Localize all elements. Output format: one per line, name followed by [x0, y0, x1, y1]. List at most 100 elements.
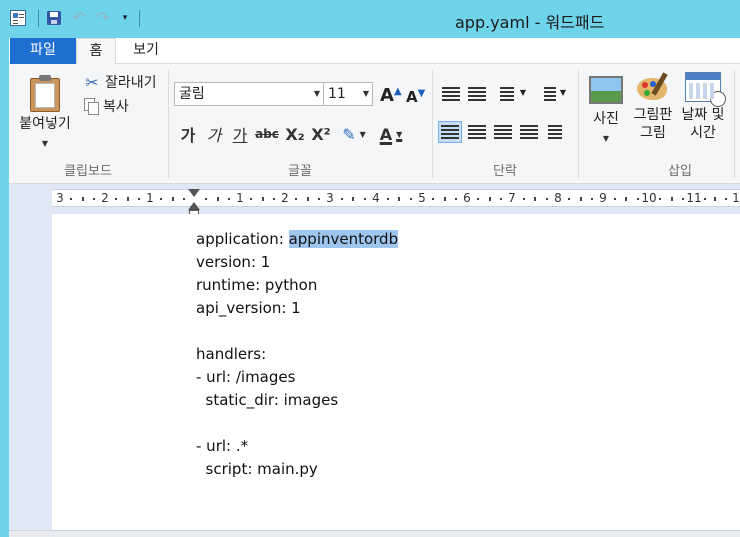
paragraph-settings-button[interactable] [546, 122, 568, 142]
shrink-font-button[interactable]: A▼ [406, 88, 425, 106]
insert-group-label: 삽입 [668, 164, 692, 179]
horizontal-scrollbar[interactable] [0, 530, 740, 537]
tab-home[interactable]: 홈 [76, 38, 116, 65]
ruler-label: 3 [326, 191, 334, 205]
date-time-button[interactable]: 날짜 및 시간 [678, 72, 728, 142]
window-border [0, 0, 9, 537]
strikethrough-button[interactable]: abc [255, 122, 279, 146]
line-text: runtime: python [196, 276, 318, 294]
align-right-button[interactable] [492, 122, 514, 142]
align-center-button[interactable] [466, 122, 488, 142]
align-left-button[interactable] [438, 121, 462, 143]
paint-label-line2: 그림 [640, 125, 666, 141]
document-line[interactable]: version: 1 [196, 251, 398, 274]
increase-indent-button[interactable] [466, 84, 488, 104]
document-line[interactable]: handlers: [196, 343, 398, 366]
ruler-tick [681, 198, 684, 200]
datetime-label-line2: 시간 [690, 125, 716, 141]
ruler-tick [306, 197, 309, 201]
ruler[interactable]: 3 2 1 1 2 3 4 5 6 7 8 9 10 11 1 [52, 189, 740, 216]
document-line[interactable]: - url: /images [196, 366, 398, 389]
ruler-label: 3 [56, 191, 64, 205]
ruler-tick [703, 198, 706, 200]
paint-label-line1: 그림판 [633, 107, 673, 123]
bullets-button[interactable]: ▼ [494, 84, 526, 104]
ruler-tick [171, 197, 174, 201]
hanging-indent-handle[interactable] [188, 202, 200, 210]
align-left-icon [441, 125, 459, 139]
ruler-tick [636, 198, 639, 200]
ruler-tick [613, 198, 616, 200]
decrease-indent-icon [442, 87, 460, 101]
document-line[interactable]: api_version: 1 [196, 297, 398, 320]
ruler-tick [70, 198, 73, 200]
bold-icon: 가 [180, 126, 196, 145]
chevron-down-icon: ▼ [602, 134, 610, 143]
ruler-tick [340, 198, 343, 200]
group-separator [432, 70, 433, 178]
line-spacing-icon [544, 87, 556, 101]
paint-drawing-button[interactable]: 그림판 그림 [630, 72, 676, 142]
ruler-tick [205, 198, 208, 200]
text-color-button[interactable]: A ▼ [374, 122, 408, 146]
paste-button[interactable]: 붙여넣기 ▼ [14, 74, 76, 152]
document-line[interactable] [196, 412, 398, 435]
copy-button[interactable]: 복사 [84, 96, 129, 116]
bold-button[interactable]: 가 [178, 122, 198, 146]
grow-font-icon: A [380, 85, 394, 106]
ruler-label: 1 [732, 191, 740, 205]
line-spacing-button[interactable]: ▼ [536, 84, 566, 104]
selected-text[interactable]: appinventordb [288, 230, 399, 248]
line-text: application: [196, 230, 289, 248]
font-size-select[interactable]: 11 ▼ [323, 82, 373, 106]
tab-view[interactable]: 보기 [122, 38, 170, 64]
document-page[interactable]: application: appinventordb version: 1 runt… [52, 214, 740, 530]
ruler-tick [522, 198, 525, 200]
font-family-select[interactable]: 굴림 ▼ [174, 82, 324, 106]
document-line[interactable] [196, 320, 398, 343]
document-line[interactable]: - url: .* [196, 435, 398, 458]
decrease-indent-button[interactable] [440, 84, 462, 104]
underline-icon: 가 [232, 126, 248, 145]
font-group-label: 글꼴 [288, 164, 312, 179]
ruler-label: 11 [686, 191, 702, 205]
ruler-tick [659, 198, 662, 200]
ruler-tick [182, 198, 185, 200]
document-line[interactable]: script: main.py [196, 458, 398, 481]
ruler-tick [352, 197, 354, 201]
underline-button[interactable]: 가 [230, 122, 250, 146]
document-line[interactable]: static_dir: images [196, 389, 398, 412]
superscript-button[interactable]: X² [309, 122, 333, 146]
tab-file[interactable]: 파일 [10, 38, 76, 64]
line-text: static_dir: images [196, 391, 339, 409]
superscript-icon: X² [311, 124, 331, 144]
ruler-tick [137, 198, 140, 200]
ruler-tick [454, 198, 457, 200]
document-text[interactable]: application: appinventordb version: 1 runt… [196, 228, 399, 481]
line-text: script: main.py [196, 460, 318, 478]
highlighter-icon: ✎ [342, 124, 356, 144]
ruler-tick [363, 198, 366, 200]
grow-font-button[interactable]: A▲ [380, 85, 402, 106]
italic-button[interactable]: 가 [204, 122, 224, 146]
ruler-tick [386, 198, 389, 200]
justify-button[interactable] [518, 122, 540, 142]
first-line-indent-handle[interactable] [188, 189, 200, 197]
subscript-button[interactable]: X₂ [283, 122, 307, 146]
ruler-tick [250, 198, 253, 200]
document-line[interactable]: application: appinventordb [196, 228, 399, 251]
align-right-icon [494, 125, 512, 139]
ruler-tick [115, 198, 118, 200]
line-text: - url: /images [196, 368, 296, 386]
ruler-tick [317, 198, 320, 200]
cut-button[interactable]: ✂ 잘라내기 [84, 72, 157, 92]
insert-picture-button[interactable]: 사진 ▼ [584, 76, 628, 148]
highlight-color-button[interactable]: ✎ ▼ [337, 122, 371, 146]
ruler-label: 4 [372, 191, 380, 205]
cut-label: 잘라내기 [105, 75, 157, 91]
document-line[interactable]: runtime: python [196, 274, 398, 297]
line-text: handlers: [196, 345, 267, 363]
copy-icon [84, 98, 99, 115]
indent-marker[interactable] [188, 189, 200, 216]
ruler-label: 1 [146, 191, 154, 205]
